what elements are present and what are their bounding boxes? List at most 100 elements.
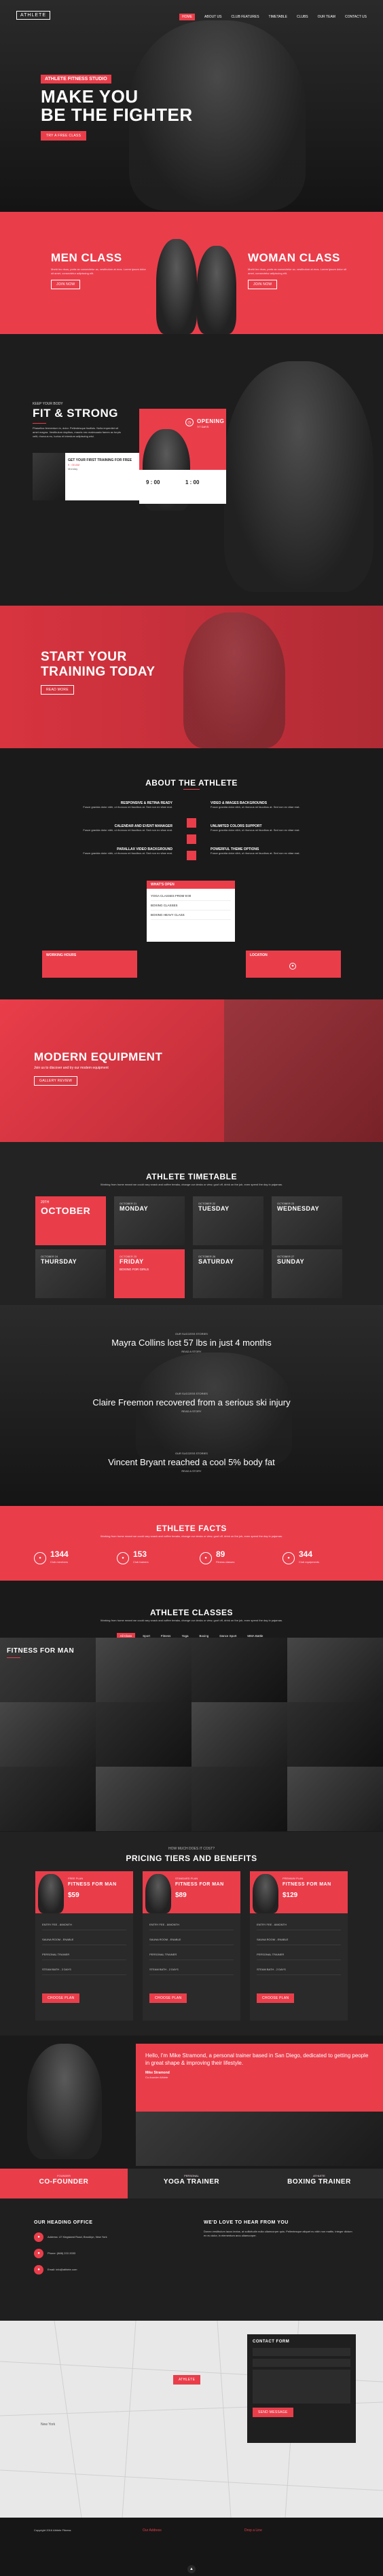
message-field[interactable]: [253, 2370, 350, 2404]
class-photo-tile[interactable]: [96, 1702, 192, 1767]
map-marker-button[interactable]: ATHLETE: [173, 2375, 201, 2385]
working-hours-card[interactable]: WORKING HOURS: [42, 951, 137, 978]
team-member[interactable]: FOUNDER CO-FOUNDER: [0, 2169, 128, 2198]
read-story-link[interactable]: READ A STORY: [0, 1410, 383, 1414]
about-divider: [183, 789, 200, 790]
contact-form: CONTACT FORM SEND MESSAGE: [247, 2334, 356, 2443]
day-date: OCTOBER 26: [198, 1255, 216, 1258]
men-join-button[interactable]: JOIN NOW: [51, 280, 81, 289]
day-tile[interactable]: OCTOBER 22 TUESDAY: [193, 1196, 263, 1245]
feature-item: RESPONSIVE & RETINA READY Fusce gravida d…: [41, 801, 172, 809]
try-free-class-button[interactable]: TRY A FREE CLASS: [41, 131, 87, 141]
team-member[interactable]: PERSONAL YOGA TRAINER: [128, 2169, 255, 2198]
fact-icon: ●: [282, 1552, 295, 1564]
pricing-card-header: FREE PLAN FITNESS FOR MAN $59: [35, 1871, 133, 1913]
woman-join-button[interactable]: JOIN NOW: [248, 280, 278, 289]
timetable-section: ATHLETE TIMETABLE Working from home mean…: [0, 1142, 383, 1305]
class-photo-tile[interactable]: [0, 1767, 96, 1831]
current-month: OCTOBER: [41, 1205, 91, 1216]
about-title: ABOUT THE ATHLETE: [145, 778, 238, 788]
free-training-card[interactable]: GET YOUR FIRST TRAINING FOR FREE 9 : 00 …: [33, 453, 155, 500]
free-training-day: Monday: [68, 467, 78, 471]
location-card[interactable]: LOCATION ●: [246, 951, 341, 978]
class-photo-tile[interactable]: [192, 1767, 287, 1831]
office-list: ● Address: 47 Kingsland Road, Brooklyn, N…: [34, 2232, 149, 2281]
athlete-center-icon: [183, 811, 200, 868]
day-date: OCTOBER 21: [120, 1202, 137, 1205]
hours-end: 1 : 00: [185, 479, 200, 485]
hero-title-line1: MAKE YOU: [41, 86, 139, 107]
men-class-image: [156, 239, 197, 334]
nav-item-club-features[interactable]: Club features: [232, 15, 259, 19]
day-tile[interactable]: OCTOBER 25 FRIDAY BOXING FOR GIRLS: [114, 1249, 185, 1298]
choose-plan-button[interactable]: CHOOSE PLAN: [257, 1993, 295, 2003]
scroll-top-icon[interactable]: ▲: [187, 2565, 196, 2573]
day-tile[interactable]: OCTOBER 24 THURSDAY: [35, 1249, 106, 1298]
team-role: CO-FOUNDER: [39, 2178, 89, 2186]
fact-label: Club members: [50, 1560, 69, 1564]
read-more-button[interactable]: READ MORE: [41, 685, 74, 695]
fact-label: Fitness classes: [216, 1560, 235, 1564]
nav-item-about-us[interactable]: About us: [204, 15, 221, 19]
nav-item-our-team[interactable]: Our team: [318, 15, 335, 19]
class-photo-tile[interactable]: [287, 1702, 383, 1767]
fit-athlete-image: [224, 361, 373, 592]
day-date: OCTOBER 25: [120, 1255, 137, 1258]
equipment-section: MODERN EQUIPMENT Join us to discover and…: [0, 999, 383, 1142]
men-class-text: Morbi leo risus, porta ac consectetur ac…: [51, 268, 146, 275]
love-text: Donec vestibulum lacus lectus, at sollic…: [204, 2230, 352, 2237]
feature-item: VIDEO & IMAGES BACKGROUNDS Fusce gravida …: [211, 801, 342, 809]
footer-address-title: Our Address: [143, 2528, 162, 2533]
fit-text: Phasellus fermentum in, dolor. Pellentes…: [33, 426, 121, 438]
footer: Copyright 2016 Athlete Fitness Our Addre…: [0, 2518, 383, 2576]
plan-benefit: PERSONAL TRAINER: [257, 1953, 341, 1960]
fact-number: 1344: [50, 1549, 69, 1559]
facts-text: Working from home meant we could vary sn…: [100, 1534, 283, 1538]
class-photo-tile[interactable]: [96, 1767, 192, 1831]
nav-item-contact-us[interactable]: Contact us: [345, 15, 367, 19]
feature-desc: Fusce gravida dolor nibh, ut rhoncus mi …: [211, 851, 300, 855]
send-message-button[interactable]: SEND MESSAGE: [253, 2408, 293, 2417]
class-photo-tile[interactable]: [287, 1767, 383, 1831]
team-member[interactable]: ATHLETE BOXING TRAINER: [255, 2169, 383, 2198]
nav-item-clubs[interactable]: Clubs: [297, 15, 308, 19]
class-feature-tile[interactable]: FITNESS FOR MAN: [0, 1638, 96, 1702]
gallery-review-button[interactable]: GALLERY REVIEW: [34, 1076, 78, 1086]
story-kicker: OUR SUCCESS STORIES: [175, 1452, 208, 1455]
woman-class-image: [197, 246, 236, 334]
map-section: New York ATHLETE CONTACT FORM SEND MESSA…: [0, 2321, 383, 2518]
logo[interactable]: ATHLETE: [16, 10, 50, 20]
name-field[interactable]: [253, 2348, 350, 2356]
day-tile[interactable]: OCTOBER 23 WEDNESDAY: [272, 1196, 342, 1245]
nav-item-home[interactable]: Home: [179, 14, 196, 20]
class-photo-tile[interactable]: [96, 1638, 192, 1702]
opening-days: 7/7 DAYS: [197, 425, 209, 428]
free-training-image: [33, 453, 65, 500]
class-photo-tile[interactable]: [287, 1638, 383, 1702]
pricing-card-header: STANDARD PLAN FITNESS FOR MAN $89: [143, 1871, 240, 1913]
top-nav: ATHLETE Home About us Club features Timetab…: [16, 10, 367, 20]
trainer-intro-box: Hello, I'm Mike Stramond, a personal tra…: [136, 2044, 383, 2112]
day-weekday: FRIDAY: [120, 1258, 144, 1265]
email-field[interactable]: [253, 2359, 350, 2367]
read-story-link[interactable]: READ A STORY: [0, 1469, 383, 1473]
hero-section: ATHLETE Home About us Club features Timetab…: [0, 0, 383, 212]
class-photo-tile[interactable]: [192, 1638, 287, 1702]
current-month-tile[interactable]: 20TH OCTOBER: [35, 1196, 106, 1245]
footer-copyright: Copyright 2016 Athlete Fitness: [34, 2528, 71, 2532]
plan-benefit: ENTRY FEE - 8/MONTH: [42, 1923, 126, 1930]
fact-icon: ●: [117, 1552, 129, 1564]
choose-plan-button[interactable]: CHOOSE PLAN: [149, 1993, 187, 2003]
trainer-bg-image: [136, 2112, 383, 2166]
day-tile[interactable]: OCTOBER 26 SATURDAY: [193, 1249, 263, 1298]
class-photo-tile[interactable]: [192, 1702, 287, 1767]
day-tile[interactable]: OCTOBER 27 SUNDAY: [272, 1249, 342, 1298]
day-tile[interactable]: OCTOBER 21 MONDAY: [114, 1196, 185, 1245]
class-photo-tile[interactable]: [0, 1702, 96, 1767]
pricing-card: STANDARD PLAN FITNESS FOR MAN $89 ENTRY FEE…: [143, 1871, 240, 2021]
nav-item-timetable[interactable]: Timetable: [269, 15, 287, 19]
read-story-link[interactable]: READ A STORY: [0, 1350, 383, 1354]
choose-plan-button[interactable]: CHOOSE PLAN: [42, 1993, 80, 2003]
page: ATHLETE Home About us Club features Timetab…: [0, 0, 383, 2576]
footer-drop-title: Drop a Line: [244, 2528, 262, 2533]
